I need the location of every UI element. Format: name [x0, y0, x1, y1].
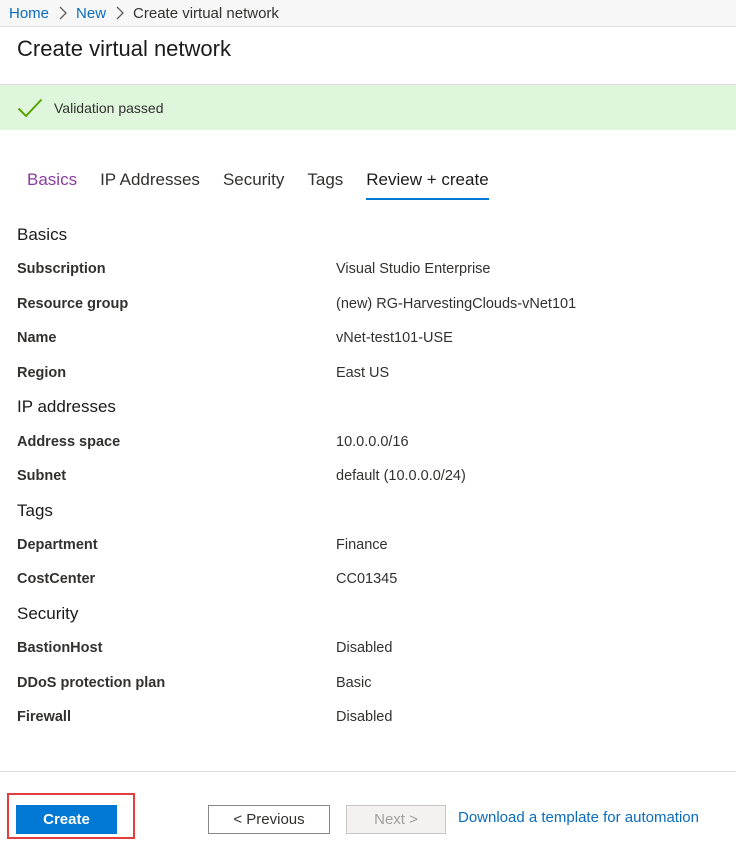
summary-row: Firewall Disabled — [17, 700, 717, 735]
row-label: Address space — [17, 433, 121, 450]
summary-row: CostCenter CC01345 — [17, 562, 717, 597]
tab-basics[interactable]: Basics — [27, 170, 77, 198]
validation-banner: Validation passed — [0, 85, 736, 130]
tab-ip-addresses[interactable]: IP Addresses — [100, 170, 200, 198]
summary-row: Department Finance — [17, 528, 717, 563]
section-basics: Basics Subscription Visual Studio Enterp… — [17, 218, 717, 390]
row-value: default (10.0.0.0/24) — [336, 468, 466, 485]
breadcrumb: Home New Create virtual network — [0, 0, 736, 27]
tab-review-create[interactable]: Review + create — [366, 170, 489, 200]
row-label: Subscription — [17, 261, 106, 278]
row-label: BastionHost — [17, 640, 103, 657]
row-label: Firewall — [17, 709, 71, 726]
summary-row: DDoS protection plan Basic — [17, 665, 717, 700]
page-title: Create virtual network — [17, 36, 231, 61]
summary-row: Address space 10.0.0.0/16 — [17, 424, 717, 459]
row-value: East US — [336, 365, 390, 382]
breadcrumb-current: Create virtual network — [133, 4, 279, 22]
previous-button[interactable]: < Previous — [208, 805, 330, 834]
section-title: Tags — [17, 500, 53, 520]
checkmark-icon — [17, 98, 43, 117]
row-label: DDoS protection plan — [17, 674, 166, 691]
tab-tags[interactable]: Tags — [307, 170, 343, 198]
row-value: (new) RG-HarvestingClouds-vNet101 — [336, 295, 577, 312]
row-value: 10.0.0.0/16 — [336, 433, 409, 450]
section-title: Basics — [17, 225, 68, 244]
chevron-right-icon — [59, 6, 67, 20]
divider — [0, 771, 736, 772]
row-label: CostCenter — [17, 571, 96, 588]
summary-row: Resource group (new) RG-HarvestingClouds… — [17, 287, 717, 322]
summary-row: Subscription Visual Studio Enterprise — [17, 252, 717, 287]
summary-row: Subnet default (10.0.0.0/24) — [17, 459, 717, 494]
create-button[interactable]: Create — [16, 805, 117, 834]
download-template-link[interactable]: Download a template for automation — [458, 809, 699, 826]
summary-row: BastionHost Disabled — [17, 631, 717, 666]
review-summary: Basics Subscription Visual Studio Enterp… — [17, 218, 717, 735]
tab-bar: Basics IP Addresses Security Tags Review… — [27, 170, 512, 206]
row-value: Basic — [336, 674, 372, 691]
row-value: vNet-test101-USE — [336, 330, 453, 347]
validation-message: Validation passed — [54, 99, 164, 116]
chevron-right-icon — [116, 6, 124, 20]
row-value: Disabled — [336, 640, 393, 657]
row-value: Visual Studio Enterprise — [336, 261, 491, 278]
section-ip-addresses: IP addresses Address space 10.0.0.0/16 S… — [17, 390, 717, 493]
breadcrumb-home-link[interactable]: Home — [9, 5, 49, 22]
row-value: Disabled — [336, 709, 393, 726]
summary-row: Name vNet-test101-USE — [17, 321, 717, 356]
row-label: Subnet — [17, 468, 67, 485]
section-tags: Tags Department Finance CostCenter CC013… — [17, 494, 717, 597]
row-label: Department — [17, 536, 98, 553]
tab-security[interactable]: Security — [223, 170, 284, 198]
row-label: Name — [17, 330, 57, 347]
row-value: Finance — [336, 536, 388, 553]
summary-row: Region East US — [17, 356, 717, 391]
section-title: Security — [17, 603, 79, 623]
next-button[interactable]: Next > — [346, 805, 446, 834]
section-security: Security BastionHost Disabled DDoS prote… — [17, 597, 717, 735]
row-label: Resource group — [17, 295, 129, 312]
section-title: IP addresses — [17, 397, 116, 417]
breadcrumb-new-link[interactable]: New — [76, 5, 106, 22]
row-label: Region — [17, 365, 67, 382]
row-value: CC01345 — [336, 571, 398, 588]
